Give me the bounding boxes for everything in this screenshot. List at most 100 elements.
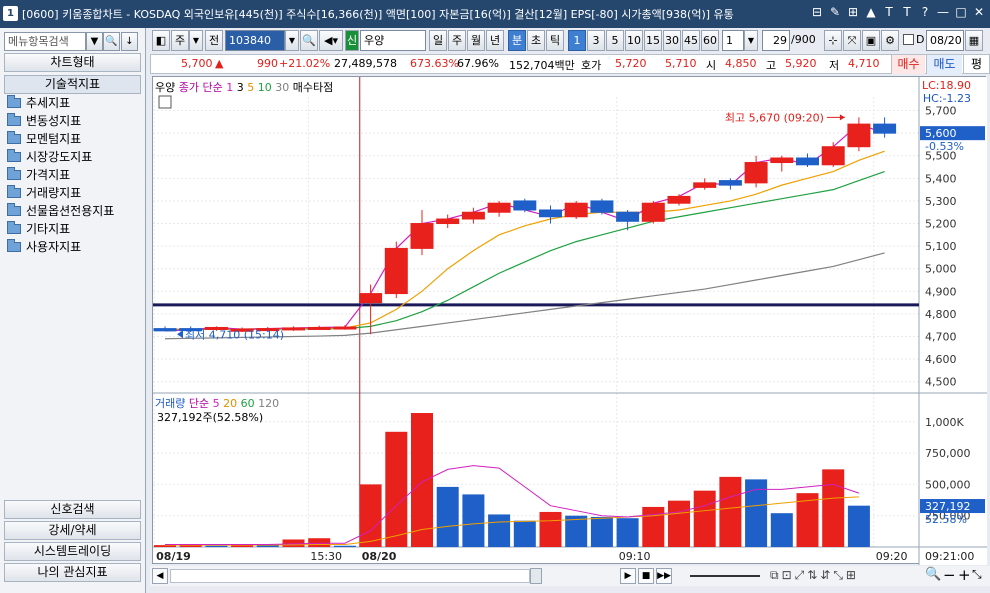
zoom-out-icon[interactable]: − [943, 566, 956, 584]
volume-bar[interactable] [462, 494, 485, 547]
close-icon[interactable]: ✕ [972, 5, 986, 19]
stock-code-input[interactable]: 103840 [225, 30, 285, 51]
second-button[interactable]: 초 [527, 30, 545, 51]
candle[interactable] [796, 157, 819, 166]
settings-icon[interactable]: ⚙ [881, 30, 899, 51]
chart-area[interactable]: 5,7005,6005,5005,4005,3005,2005,1005,000… [152, 76, 987, 565]
scroll-left-icon[interactable]: ◀ [152, 568, 168, 584]
speaker-icon[interactable]: ◀▾ [319, 30, 343, 51]
save-icon[interactable]: ▣ [862, 30, 880, 51]
tree-item[interactable]: 시장강도지표 [4, 148, 141, 166]
candle[interactable] [487, 202, 511, 213]
tree-item[interactable]: 모멘텀지표 [4, 130, 141, 148]
up-icon[interactable]: ▲ [864, 5, 878, 19]
volume-bar[interactable] [205, 545, 228, 547]
volume-bar[interactable] [719, 476, 742, 547]
layout-icon[interactable]: ⊟ [810, 5, 824, 19]
period-day-button[interactable]: 일 [429, 30, 447, 51]
date-input[interactable]: 08/20 [926, 30, 964, 51]
search-dropdown-icon[interactable]: ▼ [86, 32, 103, 51]
date-checkbox[interactable] [903, 34, 914, 45]
chart-tools-icon[interactable]: ⧉⊡⤢⇅⇵⤡⊞ [770, 568, 859, 583]
volume-bar[interactable] [616, 518, 639, 547]
candle[interactable] [436, 218, 460, 225]
scroll-track[interactable] [170, 569, 530, 583]
zoom-in-icon[interactable]: + [958, 566, 971, 584]
tree-item[interactable]: 사용자지표 [4, 238, 141, 256]
zoom-icon[interactable]: 🔍 [925, 567, 941, 582]
volume-bar[interactable] [539, 511, 562, 547]
buy-button[interactable]: 매수 [891, 55, 925, 74]
volume-bar[interactable] [513, 520, 536, 547]
interval-45-button[interactable]: 45 [682, 30, 700, 51]
candle[interactable] [744, 162, 768, 184]
code-dropdown-icon[interactable]: ▼ [285, 30, 299, 51]
candle[interactable] [384, 247, 408, 295]
candle[interactable] [307, 326, 331, 330]
download-icon[interactable]: ↓ [121, 32, 138, 51]
tree-item[interactable]: 변동성지표 [4, 112, 141, 130]
tick-button[interactable]: 틱 [546, 30, 564, 51]
interval-10-button[interactable]: 10 [625, 30, 643, 51]
strength-button[interactable]: 강세/약세 [4, 521, 141, 540]
volume-bar[interactable] [308, 538, 331, 547]
volume-bar[interactable] [668, 500, 690, 547]
volume-bar[interactable] [385, 431, 408, 547]
count-input[interactable]: 1 [722, 30, 744, 51]
volume-bar[interactable] [770, 513, 793, 547]
volume-bar[interactable] [179, 545, 202, 547]
candle[interactable] [590, 200, 614, 213]
edit-icon[interactable]: ✎ [828, 5, 842, 19]
calendar-icon[interactable]: ▦ [965, 30, 983, 51]
period-dropdown-icon[interactable]: ▼ [189, 30, 203, 51]
interval-60-button[interactable]: 60 [701, 30, 719, 51]
period-month-button[interactable]: 월 [467, 30, 485, 51]
search-icon[interactable]: 🔍 [103, 32, 120, 51]
volume-bar[interactable] [822, 469, 845, 547]
volume-bar[interactable] [693, 490, 716, 547]
candle[interactable] [770, 157, 794, 164]
tree-item[interactable]: 선물옵션전용지표 [4, 202, 141, 220]
volume-bar[interactable] [256, 545, 279, 547]
text-large-icon[interactable]: T [882, 5, 896, 19]
system-trading-button[interactable]: 시스템트레이딩 [4, 542, 141, 561]
play-icon[interactable]: ▶ [620, 568, 636, 584]
scroll-thumb[interactable] [530, 568, 542, 584]
speed-slider[interactable] [690, 575, 760, 577]
candle[interactable] [718, 180, 742, 186]
volume-bar[interactable] [847, 505, 870, 547]
crosshair-icon[interactable]: ⊹ [824, 30, 842, 51]
chart-option-icon[interactable] [158, 95, 172, 109]
menu-search-input[interactable]: 메뉴항목검색 [4, 32, 86, 51]
chart-type-button[interactable]: 차트형태 [4, 53, 141, 72]
period-week-button[interactable]: 주 [448, 30, 466, 51]
candle[interactable] [359, 293, 383, 304]
help-icon[interactable]: ? [918, 5, 932, 19]
volume-bar[interactable] [488, 514, 511, 547]
volume-bar[interactable] [565, 515, 588, 547]
trend-tool-icon[interactable]: ⤧ [843, 30, 861, 51]
candle[interactable] [153, 328, 177, 332]
candle[interactable] [564, 202, 588, 218]
candle[interactable] [873, 123, 897, 134]
expand-icon[interactable]: ⤡ [972, 567, 982, 582]
text-small-icon[interactable]: T [900, 5, 914, 19]
stock-chart[interactable]: 5,7005,6005,5005,4005,3005,2005,1005,000… [153, 77, 987, 565]
candle[interactable] [847, 123, 871, 148]
grid-icon[interactable]: ⊞ [846, 5, 860, 19]
tech-indicator-header[interactable]: 기술적지표 [4, 75, 141, 94]
volume-bar[interactable] [590, 516, 613, 547]
chart-settings-icon[interactable]: ◧ [152, 30, 170, 51]
candle[interactable] [667, 195, 691, 204]
tree-item[interactable]: 기타지표 [4, 220, 141, 238]
stock-name-field[interactable]: 우양 [360, 30, 426, 51]
candle[interactable] [410, 223, 434, 249]
candle[interactable] [513, 200, 537, 211]
candle[interactable] [616, 211, 640, 222]
candle[interactable] [333, 326, 357, 330]
signal-search-button[interactable]: 신호검색 [4, 500, 141, 519]
page-input[interactable]: 29 [762, 30, 790, 51]
interval-1-button[interactable]: 1 [568, 30, 586, 51]
volume-bar[interactable] [436, 486, 459, 547]
interval-30-button[interactable]: 30 [663, 30, 681, 51]
